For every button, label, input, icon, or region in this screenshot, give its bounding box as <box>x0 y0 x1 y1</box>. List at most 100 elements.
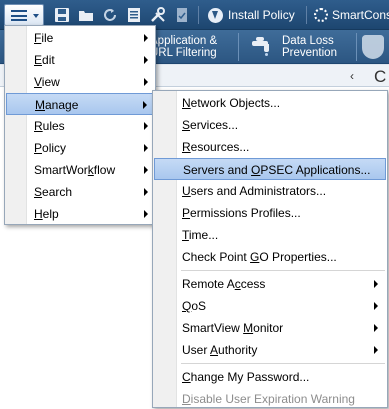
shield-icon[interactable] <box>362 35 384 59</box>
menu-item-label: Time... <box>182 224 218 246</box>
menu-item-text-part: A <box>210 343 219 357</box>
save-icon[interactable] <box>54 7 70 23</box>
menu-item-text-part: R <box>182 140 191 154</box>
menu-item-help[interactable]: Help <box>6 203 154 225</box>
menu-separator <box>181 363 385 364</box>
submenu-arrow-icon <box>144 188 148 196</box>
menu-item-search[interactable]: Search <box>6 181 154 203</box>
menu-item-text-part: ile <box>41 31 54 45</box>
menu-item-policy[interactable]: Policy <box>6 137 154 159</box>
menu-item-label: Disable User Expiration Warning <box>182 388 355 409</box>
menu-item-text-part: S <box>34 185 43 199</box>
menu-item-text-part: earch <box>42 185 73 199</box>
submenu-item-resources[interactable]: Resources... <box>154 136 386 158</box>
submenu-item-permissions-profiles[interactable]: Permissions Profiles... <box>154 202 386 224</box>
submenu-item-time[interactable]: Time... <box>154 224 386 246</box>
menu-item-text-part: ules <box>42 119 65 133</box>
menu-item-text-part: Check Point <box>182 250 251 264</box>
menu-item-label: Check Point GO Properties... <box>182 246 337 268</box>
menu-item-label: Help <box>34 203 59 225</box>
main-menu-button[interactable] <box>4 4 44 26</box>
menu-item-label: Rules <box>34 115 65 137</box>
menu-item-text-part: ime... <box>188 228 219 242</box>
install-policy-button[interactable]: Install Policy <box>208 6 295 24</box>
menu-item-view[interactable]: View <box>6 71 154 93</box>
submenu-item-disable-user-expiration-warning: Disable User Expiration Warning <box>154 388 386 409</box>
verify-policy-icon[interactable] <box>174 7 190 23</box>
submenu-arrow-icon <box>144 210 148 218</box>
menu-item-text-part: dit <box>42 53 55 67</box>
menu-item-label: Users and Administrators... <box>182 180 326 202</box>
menu-item-text-part: Remote A <box>182 277 235 291</box>
menu-item-text-part: T <box>182 228 189 242</box>
submenu-item-network-objects[interactable]: Network Objects... <box>154 92 386 114</box>
tab-label-line2: URL Filtering <box>150 47 217 59</box>
menu-item-text-part: M <box>243 321 254 335</box>
menu-item-text-part: E <box>34 53 43 67</box>
open-folder-icon[interactable] <box>78 7 94 23</box>
menu-item-label: View <box>34 71 60 93</box>
menu-item-label: Remote Access <box>182 273 265 295</box>
tab-application-url-filtering[interactable]: Application & URL Filtering <box>150 30 232 64</box>
menu-item-text-part: G <box>250 250 260 264</box>
smartconsole-button[interactable]: SmartCons <box>314 6 389 24</box>
submenu-item-check-point-go-properties[interactable]: Check Point GO Properties... <box>154 246 386 268</box>
menu-item-smartworkflow[interactable]: SmartWorkflow <box>6 159 154 181</box>
collapse-button[interactable]: ‹ <box>350 69 354 83</box>
submenu-item-qos[interactable]: QoS <box>154 295 386 317</box>
toolbar-separator <box>198 6 199 24</box>
submenu-item-user-authority[interactable]: User Authority <box>154 339 386 361</box>
dropdown-arrow-icon <box>33 14 39 18</box>
tab-label-line2: Prevention <box>282 47 337 59</box>
menu-item-text-part: esources... <box>190 140 250 154</box>
submenu-item-remote-access[interactable]: Remote Access <box>154 273 386 295</box>
submenu-item-smartview-monitor[interactable]: SmartView Monitor <box>154 317 386 339</box>
menu-item-label: Search <box>34 181 72 203</box>
tab-data-loss-prevention[interactable]: Data Loss Prevention <box>250 30 350 64</box>
refresh-icon[interactable] <box>102 7 118 23</box>
menu-item-text-part: C <box>182 370 191 384</box>
menu-item-label: Network Objects... <box>182 92 280 114</box>
menu-item-text-part: Servers and <box>183 163 252 177</box>
tools-icon[interactable] <box>150 7 166 23</box>
menu-item-text-part: P <box>34 141 43 155</box>
submenu-item-services[interactable]: Services... <box>154 114 386 136</box>
manage-submenu: Network Objects... Services... Resources..… <box>152 90 388 408</box>
menu-item-label: SmartWorkflow <box>34 159 115 181</box>
menu-item-text-part: flow <box>93 163 116 177</box>
menu-item-text-part: anage <box>45 98 79 112</box>
submenu-arrow-icon <box>143 101 147 109</box>
menu-item-label: Servers and OPSEC Applications... <box>183 159 370 181</box>
tab-label-line1: Data Loss <box>282 35 334 47</box>
menu-item-text-part: ervices... <box>190 118 239 132</box>
policy-list-icon[interactable] <box>126 7 142 23</box>
menu-item-text-part: isable User Expiration Warning <box>190 392 355 406</box>
submenu-arrow-icon <box>144 78 148 86</box>
submenu-arrow-icon <box>374 280 378 288</box>
menu-item-text-part: oS <box>191 299 207 313</box>
menu-item-text-part: uthority <box>218 343 258 357</box>
menu-item-edit[interactable]: Edit <box>6 49 154 71</box>
menu-item-text-part: iew <box>41 75 60 89</box>
menu-item-text-part: V <box>34 75 42 89</box>
submenu-item-servers-and-opsec-applications[interactable]: Servers and OPSEC Applications... <box>154 158 386 180</box>
install-policy-label: Install Policy <box>228 8 295 22</box>
submenu-arrow-icon <box>374 324 378 332</box>
menu-item-label: Resources... <box>182 136 249 158</box>
menu-item-file[interactable]: File <box>6 27 154 49</box>
menu-item-label: Edit <box>34 49 55 71</box>
hamburger-icon <box>11 10 27 21</box>
panel-title-fragment: C <box>374 67 387 86</box>
menu-item-text-part: etwork Objects... <box>190 96 281 110</box>
submenu-item-change-my-password[interactable]: Change My Password... <box>154 366 386 388</box>
submenu-item-users-and-administrators[interactable]: Users and Administrators... <box>154 180 386 202</box>
submenu-arrow-icon <box>144 122 148 130</box>
menu-item-label: Change My Password... <box>182 366 309 388</box>
menu-item-text-part: H <box>34 207 43 221</box>
menu-item-label: Services... <box>182 114 238 136</box>
menu-item-manage[interactable]: Manage <box>6 93 154 115</box>
faucet-icon <box>250 37 274 57</box>
tab-divider <box>356 33 357 61</box>
menu-item-rules[interactable]: Rules <box>6 115 154 137</box>
menu-item-text-part: P <box>182 206 191 220</box>
